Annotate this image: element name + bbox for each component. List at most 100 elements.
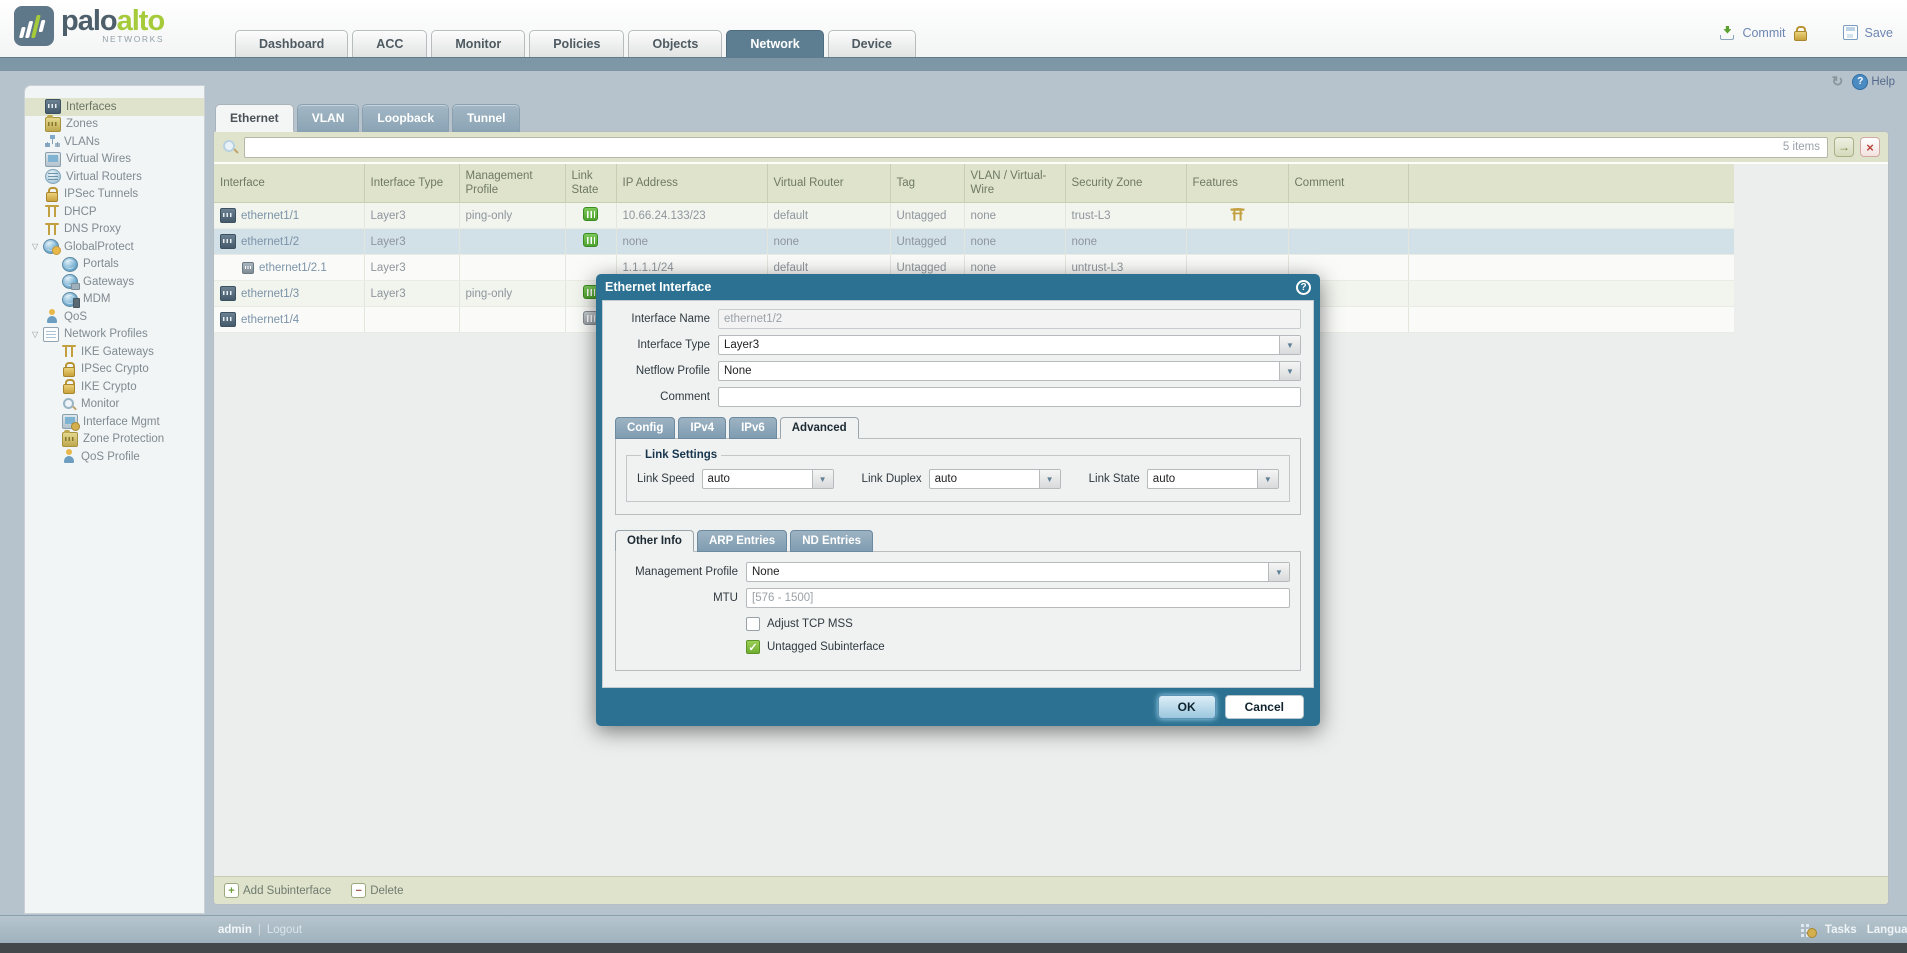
paloalto-logo: paloalto NETWORKS bbox=[14, 6, 164, 46]
dialog-tab-ipv4[interactable]: IPv4 bbox=[678, 417, 726, 439]
chevron-down-icon[interactable]: ▼ bbox=[1039, 470, 1060, 488]
filter-bar: 5 items → × bbox=[214, 132, 1888, 164]
sidebar-item-globalprotect[interactable]: ▽GlobalProtect bbox=[25, 238, 204, 256]
nav-tab-objects[interactable]: Objects bbox=[628, 30, 722, 57]
ok-button[interactable]: OK bbox=[1158, 695, 1216, 719]
chevron-down-icon[interactable]: ▼ bbox=[812, 470, 833, 488]
save-button[interactable]: Save bbox=[1865, 26, 1894, 40]
chevron-down-icon[interactable]: ▼ bbox=[1257, 470, 1278, 488]
sidebar-item-interface-mgmt[interactable]: Interface Mgmt bbox=[25, 413, 204, 431]
link-state-select[interactable]: auto ▼ bbox=[1147, 469, 1279, 489]
sidebar-item-virtual-wires[interactable]: Virtual Wires bbox=[25, 151, 204, 169]
dialog-tab-ipv6[interactable]: IPv6 bbox=[729, 417, 777, 439]
language-button[interactable]: Language bbox=[1867, 924, 1907, 936]
dialog-tab-config[interactable]: Config bbox=[615, 417, 675, 439]
clear-filter-button[interactable]: × bbox=[1860, 137, 1880, 157]
lock-icon[interactable] bbox=[1793, 26, 1807, 40]
interface-link[interactable]: ethernet1/2 bbox=[241, 236, 299, 248]
logout-link[interactable]: Logout bbox=[267, 924, 302, 936]
tab-loopback[interactable]: Loopback bbox=[362, 104, 449, 132]
column-header-vlan-virtual-wire[interactable]: VLAN / Virtual-Wire bbox=[964, 164, 1065, 203]
sidebar-item-interfaces[interactable]: Interfaces bbox=[25, 98, 204, 116]
virtual-wires-icon bbox=[45, 152, 61, 167]
nav-tab-policies[interactable]: Policies bbox=[529, 30, 624, 57]
sidebar-item-qos[interactable]: QoS bbox=[25, 308, 204, 326]
interface-link[interactable]: ethernet1/2.1 bbox=[259, 262, 327, 274]
sidebar-item-mdm[interactable]: MDM bbox=[25, 291, 204, 309]
comment-field[interactable] bbox=[718, 387, 1301, 407]
sidebar-item-ipsec-tunnels[interactable]: IPSec Tunnels bbox=[25, 186, 204, 204]
sidebar-item-ike-gateways[interactable]: IKE Gateways bbox=[25, 343, 204, 361]
chevron-down-icon[interactable]: ▼ bbox=[1279, 336, 1300, 354]
column-header-features[interactable]: Features bbox=[1186, 164, 1288, 203]
column-header-tag[interactable]: Tag bbox=[890, 164, 964, 203]
table-row-ethernet1-1[interactable]: ethernet1/1 Layer3 ping-only 10.66.24.13… bbox=[214, 203, 1734, 229]
tab-ethernet[interactable]: Ethernet bbox=[215, 104, 294, 132]
tab-tunnel[interactable]: Tunnel bbox=[452, 104, 520, 132]
dialog-title-bar: Ethernet Interface ? bbox=[596, 274, 1320, 300]
qos-profile-icon bbox=[62, 450, 76, 463]
sidebar-item-gateways[interactable]: Gateways bbox=[25, 273, 204, 291]
tab-vlan[interactable]: VLAN bbox=[297, 104, 360, 132]
column-header-ip-address[interactable]: IP Address bbox=[616, 164, 767, 203]
sidebar-item-qos-profile[interactable]: QoS Profile bbox=[25, 448, 204, 466]
adjust-tcp-mss-checkbox[interactable] bbox=[746, 617, 760, 631]
apply-filter-button[interactable]: → bbox=[1834, 137, 1854, 157]
sidebar-item-dhcp[interactable]: DHCP bbox=[25, 203, 204, 221]
dialog-help-icon[interactable]: ? bbox=[1296, 280, 1311, 295]
tab-nd-entries[interactable]: ND Entries bbox=[790, 530, 873, 552]
tab-other-info[interactable]: Other Info bbox=[615, 530, 694, 552]
info-tabs: Other Info ARP Entries ND Entries bbox=[615, 530, 1301, 552]
nav-tab-monitor[interactable]: Monitor bbox=[431, 30, 525, 57]
tasks-button[interactable]: Tasks bbox=[1825, 924, 1857, 936]
interface-link[interactable]: ethernet1/4 bbox=[241, 314, 299, 326]
sidebar-item-portals[interactable]: Portals bbox=[25, 256, 204, 274]
dialog-tab-advanced[interactable]: Advanced bbox=[780, 417, 859, 439]
column-header-comment[interactable]: Comment bbox=[1288, 164, 1408, 203]
interface-mgmt-icon bbox=[62, 414, 78, 429]
mtu-field[interactable]: [576 - 1500] bbox=[746, 588, 1290, 608]
expander-icon[interactable]: ▽ bbox=[32, 242, 43, 251]
sidebar-item-zones[interactable]: Zones bbox=[25, 116, 204, 134]
delete-button[interactable]: − Delete bbox=[351, 883, 403, 898]
column-header-virtual-router[interactable]: Virtual Router bbox=[767, 164, 890, 203]
column-header-link-state[interactable]: Link State bbox=[565, 164, 616, 203]
filter-input[interactable]: 5 items bbox=[244, 137, 1828, 158]
column-header-security-zone[interactable]: Security Zone bbox=[1065, 164, 1186, 203]
table-row-ethernet1-2[interactable]: ethernet1/2 Layer3 none none Untagged no… bbox=[214, 229, 1734, 255]
sidebar-item-monitor[interactable]: Monitor bbox=[25, 396, 204, 414]
sidebar-item-network-profiles[interactable]: ▽Network Profiles bbox=[25, 326, 204, 344]
column-header-interface[interactable]: Interface bbox=[214, 164, 364, 203]
link-duplex-select[interactable]: auto ▼ bbox=[929, 469, 1061, 489]
commit-button[interactable]: Commit bbox=[1742, 26, 1785, 40]
chevron-down-icon[interactable]: ▼ bbox=[1279, 362, 1300, 380]
chevron-down-icon[interactable]: ▼ bbox=[1268, 563, 1289, 581]
management-profile-select[interactable]: None ▼ bbox=[746, 562, 1290, 582]
untagged-subinterface-checkbox[interactable]: ✓ bbox=[746, 640, 760, 654]
nav-tab-acc[interactable]: ACC bbox=[352, 30, 427, 57]
sidebar-item-ike-crypto[interactable]: IKE Crypto bbox=[25, 378, 204, 396]
sidebar-item-dns-proxy[interactable]: DNS Proxy bbox=[25, 221, 204, 239]
zone-protection-icon bbox=[62, 432, 78, 447]
expander-icon[interactable]: ▽ bbox=[32, 330, 43, 339]
nav-tab-dashboard[interactable]: Dashboard bbox=[235, 30, 348, 57]
link-speed-select[interactable]: auto ▼ bbox=[702, 469, 834, 489]
sidebar-item-virtual-routers[interactable]: Virtual Routers bbox=[25, 168, 204, 186]
add-subinterface-button[interactable]: + Add Subinterface bbox=[224, 883, 331, 898]
interface-link[interactable]: ethernet1/1 bbox=[241, 210, 299, 222]
interface-type-select[interactable]: Layer3 ▼ bbox=[718, 335, 1301, 355]
tab-arp-entries[interactable]: ARP Entries bbox=[697, 530, 787, 552]
link-state-up-icon bbox=[583, 207, 598, 221]
netflow-profile-select[interactable]: None ▼ bbox=[718, 361, 1301, 381]
sidebar-item-zone-protection[interactable]: Zone Protection bbox=[25, 431, 204, 449]
nav-tab-network[interactable]: Network bbox=[726, 30, 823, 57]
untagged-subinterface-label: Untagged Subinterface bbox=[767, 641, 885, 653]
sidebar-item-vlans[interactable]: VLANs bbox=[25, 133, 204, 151]
nav-tab-device[interactable]: Device bbox=[828, 30, 916, 57]
interface-type-label: Interface Type bbox=[615, 339, 710, 351]
cancel-button[interactable]: Cancel bbox=[1225, 695, 1304, 719]
interface-link[interactable]: ethernet1/3 bbox=[241, 288, 299, 300]
sidebar-item-ipsec-crypto[interactable]: IPSec Crypto bbox=[25, 361, 204, 379]
column-header-management-profile[interactable]: Management Profile bbox=[459, 164, 565, 203]
column-header-interface-type[interactable]: Interface Type bbox=[364, 164, 459, 203]
